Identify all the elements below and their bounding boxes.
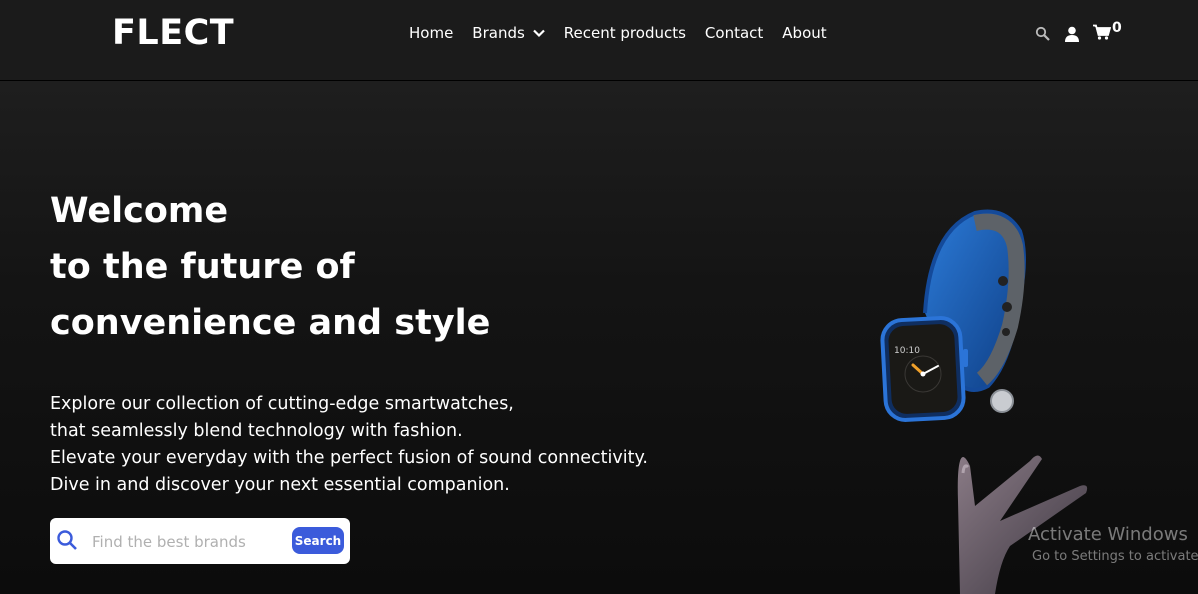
nav-icons: 0	[1035, 20, 1122, 44]
nav-about[interactable]: About	[782, 24, 826, 42]
cart-icon	[1093, 24, 1112, 44]
nav-recent-products[interactable]: Recent products	[564, 24, 686, 42]
intro-line-4: Dive in and discover your next essential…	[50, 475, 510, 495]
hero-intro: Explore our collection of cutting-edge s…	[50, 391, 648, 499]
nav-contact[interactable]: Contact	[705, 24, 763, 42]
headline-line-3: convenience and style	[50, 303, 491, 343]
brand-logo[interactable]: FLECT	[112, 13, 234, 53]
user-icon[interactable]	[1065, 26, 1079, 42]
search-icon[interactable]	[1035, 26, 1051, 42]
nav-links: Home Brands Recent products Contact Abou…	[409, 24, 846, 42]
search-icon	[56, 529, 78, 555]
cart-count-badge: 0	[1112, 20, 1122, 36]
hero-section: Welcome to the future of convenience and…	[0, 81, 1198, 594]
watermark-line-1: Activate Windows	[1028, 524, 1188, 545]
brand-search-input[interactable]	[90, 527, 294, 557]
cart-button[interactable]: 0	[1093, 20, 1122, 44]
headline-line-2: to the future of	[50, 247, 355, 287]
watch-time: 10:10	[894, 346, 920, 356]
brand-search-box: Search	[50, 518, 350, 564]
activate-windows-watermark: Activate Windows Go to Settings to activ…	[1028, 524, 1198, 564]
hero-headline: Welcome to the future of convenience and…	[50, 183, 490, 351]
top-navbar: FLECT Home Brands Recent products Contac…	[0, 0, 1198, 81]
intro-line-3: Elevate your everyday with the perfect f…	[50, 448, 648, 468]
nav-brands-dropdown[interactable]: Brands	[472, 24, 545, 42]
search-button[interactable]: Search	[292, 527, 344, 554]
intro-line-2: that seamlessly blend technology with fa…	[50, 421, 463, 441]
intro-line-1: Explore our collection of cutting-edge s…	[50, 394, 514, 414]
watermark-line-2: Go to Settings to activate	[1032, 549, 1198, 564]
headline-line-1: Welcome	[50, 191, 229, 231]
nav-home[interactable]: Home	[409, 24, 453, 42]
nav-brands-label: Brands	[472, 24, 525, 42]
chevron-down-icon	[533, 29, 545, 38]
